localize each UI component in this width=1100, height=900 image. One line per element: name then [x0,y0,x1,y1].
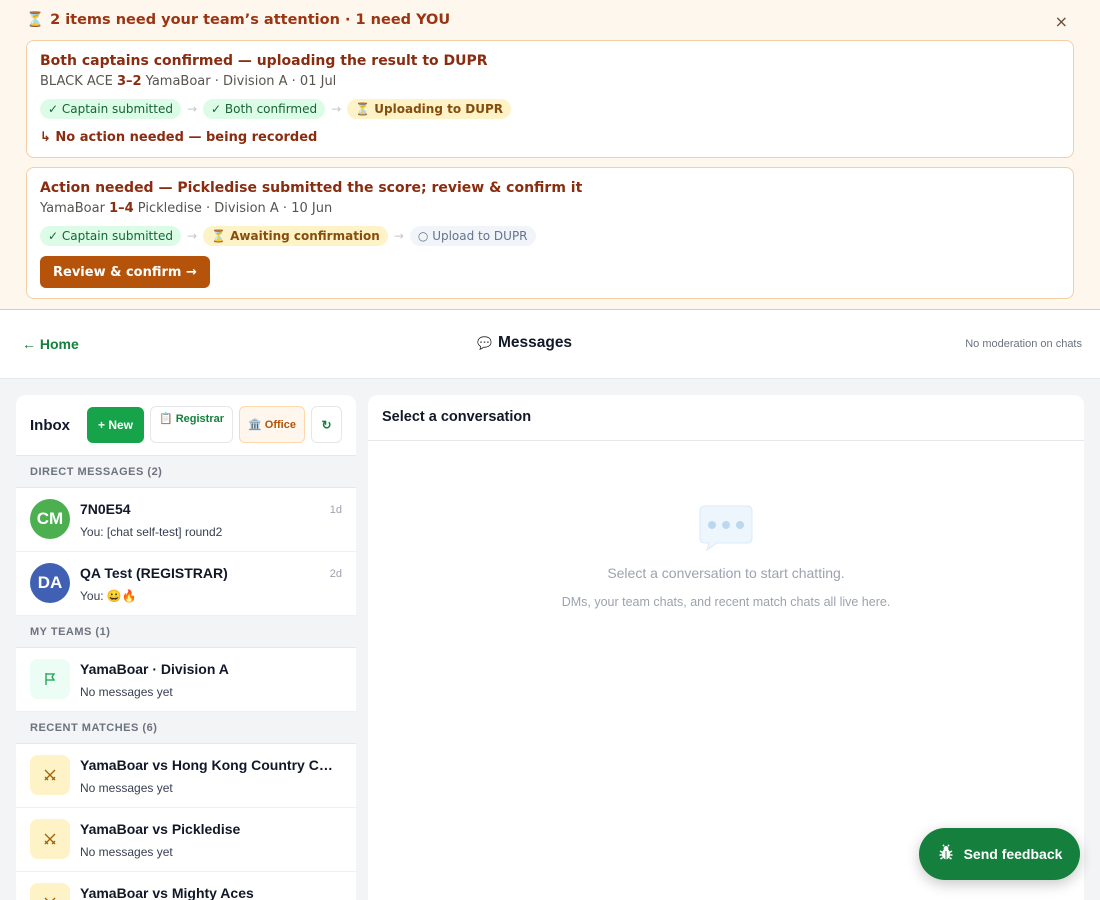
attention-card-action-needed: Action needed — Pickledise submitted the… [26,167,1074,299]
card-match-info: YamaBoar 1–4 Pickledise · Division A · 1… [40,201,332,216]
card-score: 1–4 [109,201,134,216]
flag-icon [30,659,70,699]
team-chat-item[interactable]: YamaBoar · Division A No messages yet [16,648,356,712]
conversation-name: YamaBoar · Division A [80,661,229,677]
match-chat-item[interactable]: YamaBoar vs Mighty Aces [16,872,356,900]
conversation-name: QA Test (REGISTRAR) [80,565,228,581]
registrar-button[interactable]: 📋 Registrar [150,406,233,443]
card-match-info: BLACK ACE 3–2 YamaBoar · Division A · 01… [40,74,336,89]
step-arrow-icon: → [186,229,198,243]
match-chat-item[interactable]: YamaBoar vs Hong Kong Country Club No me… [16,744,356,808]
card-score: 3–2 [116,74,142,89]
banner-heading: ⏳ 2 items need your team’s attention · 1… [26,11,451,29]
attention-card-uploading: Both captains confirmed — uploading the … [26,40,1074,158]
home-link[interactable]: ← Home [22,336,79,352]
conversation-header: Select a conversation [368,395,1084,441]
conversation-preview: You: [chat self-test] round2 [80,525,223,539]
step-uploading-dupr: ⏳ Uploading to DUPR [347,99,511,119]
refresh-icon[interactable]: ↻ [311,406,342,443]
step-upload-dupr: ○ Upload to DUPR [409,226,536,246]
progress-steps: ✓ Captain submitted → ⏳ Awaiting confirm… [40,226,536,246]
section-recent-matches: RECENT MATCHES (6) [16,712,356,744]
conversation-preview: No messages yet [80,685,173,699]
conversation-time: 2d [329,568,342,580]
step-captain-submitted: ✓ Captain submitted [40,226,181,246]
step-captain-submitted: ✓ Captain submitted [40,99,181,119]
page-title: 💬 Messages [477,334,572,352]
section-direct-messages: DIRECT MESSAGES (2) [16,456,356,488]
crossed-swords-icon [30,819,70,859]
send-feedback-label: Send feedback [963,846,1063,862]
conversation-panel: Select a conversation Select a conversat… [368,395,1084,900]
send-feedback-button[interactable]: Send feedback [919,828,1080,880]
conversation-item[interactable]: CM 7N0E54 You: [chat self-test] round2 1… [16,488,356,552]
conversation-name: YamaBoar vs Pickledise [80,821,241,837]
conversation-preview: You: 😀🔥 [80,589,137,603]
card-title: Action needed — Pickledise submitted the… [40,180,583,196]
card-note: ↳ No action needed — being recorded [40,130,318,145]
conversation-name: YamaBoar vs Hong Kong Country Club [80,757,336,773]
card-home-team: BLACK ACE [40,74,117,89]
review-confirm-button[interactable]: Review & confirm → [40,256,210,288]
card-title: Both captains confirmed — uploading the … [40,53,488,69]
step-arrow-icon: → [186,102,198,116]
crossed-swords-icon [30,755,70,795]
step-awaiting-confirmation: ⏳ Awaiting confirmation [203,226,388,246]
card-match-details: Pickledise · Division A · 10 Jun [133,201,333,216]
inbox-toolbar: Inbox + New 📋 Registrar 🏛️ Office ↻ [16,395,356,456]
close-icon[interactable]: × [1055,12,1068,31]
conversation-name: YamaBoar vs Mighty Aces [80,885,254,900]
empty-state-subtitle: DMs, your team chats, and recent match c… [561,595,891,609]
conversation-preview: No messages yet [80,845,173,859]
banner-heading-text: 2 items need your team’s attention · 1 n… [50,11,451,28]
avatar: CM [30,499,70,539]
office-button[interactable]: 🏛️ Office [239,406,305,443]
attention-banner: ⏳ 2 items need your team’s attention · 1… [0,0,1100,310]
section-my-teams: MY TEAMS (1) [16,616,356,648]
moderation-note: No moderation on chats [965,338,1082,350]
progress-steps: ✓ Captain submitted → ✓ Both confirmed →… [40,99,511,119]
conversation-item[interactable]: DA QA Test (REGISTRAR) You: 😀🔥 2d [16,552,356,616]
conversation-preview: No messages yet [80,781,173,795]
new-message-button[interactable]: + New [87,407,144,443]
page-title-text: Messages [497,334,573,351]
step-arrow-icon: → [331,102,342,116]
conversation-name: 7N0E54 [80,501,131,517]
match-chat-item[interactable]: YamaBoar vs Pickledise No messages yet [16,808,356,872]
inbox-sidebar: Inbox + New 📋 Registrar 🏛️ Office ↻ DIRE… [16,395,356,900]
bug-icon [937,843,955,865]
page-header: ← Home 💬 Messages No moderation on chats [0,310,1100,379]
card-match-details: YamaBoar · Division A · 01 Jul [141,74,337,89]
inbox-label: Inbox [30,417,70,434]
avatar: DA [30,563,70,603]
step-both-confirmed: ✓ Both confirmed [203,99,326,119]
chat-bubble-icon [699,505,753,556]
crossed-swords-icon [30,883,70,900]
step-arrow-icon: → [393,229,404,243]
empty-state-title: Select a conversation to start chatting. [607,565,845,581]
conversation-time: 1d [329,504,342,516]
card-home-team: YamaBoar [40,201,110,216]
hourglass-icon: ⏳ [26,12,45,28]
speech-bubble-icon: 💬 [477,336,492,350]
